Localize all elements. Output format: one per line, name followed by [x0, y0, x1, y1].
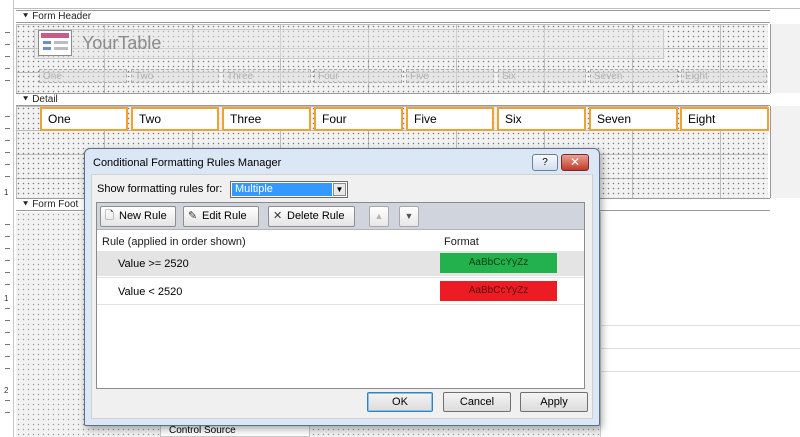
detail-field-two[interactable]: Two [131, 107, 219, 131]
form-header-label: Form Header [32, 11, 92, 22]
edit-rule-button[interactable]: ✎ Edit Rule [183, 206, 259, 227]
help-button[interactable]: ? [532, 154, 558, 171]
delete-rule-button[interactable]: ✕ Delete Rule [268, 206, 355, 227]
form-header-bar[interactable]: ⯆ Form Header [16, 10, 770, 23]
control-source-label: Control Source [169, 425, 236, 436]
header-label-six[interactable]: Six [498, 69, 586, 83]
form-title[interactable]: YourTable [82, 33, 161, 54]
format-preview: AaBbCcYyZz [440, 281, 557, 301]
header-label-three[interactable]: Three [223, 69, 311, 83]
vertical-ruler: 1 1 2 [0, 0, 14, 437]
close-button[interactable]: ✕ [561, 154, 589, 171]
detail-bar[interactable]: ⯆ Detail [16, 93, 770, 106]
ruler-number: 1 [4, 188, 9, 197]
show-rules-dropdown[interactable]: Multiple ▼ [230, 181, 348, 198]
detail-field-five[interactable]: Five [406, 107, 494, 131]
detail-field-three[interactable]: Three [222, 107, 311, 131]
chevron-down-icon[interactable]: ▼ [333, 183, 346, 196]
form-footer-label: Form Foot [32, 199, 79, 210]
delete-rule-icon: ✕ [273, 210, 283, 222]
divider [600, 348, 800, 349]
rule-column-header: Rule (applied in order shown) [102, 236, 246, 248]
row-divider [97, 277, 584, 278]
new-rule-button[interactable]: 🗋 New Rule [100, 206, 176, 227]
arrow-up-icon: ▲ [374, 211, 384, 221]
format-column-header: Format [444, 236, 479, 248]
form-table-icon [38, 30, 72, 56]
rule-condition: Value >= 2520 [118, 258, 189, 270]
ruler-number: 2 [4, 386, 9, 395]
form-header-margin [770, 24, 800, 93]
apply-button[interactable]: Apply [520, 392, 588, 412]
collapse-arrow-icon: ⯆ [22, 94, 30, 104]
detail-field-one[interactable]: One [40, 107, 128, 131]
rule-condition: Value < 2520 [118, 286, 183, 298]
detail-field-six[interactable]: Six [497, 107, 586, 131]
show-rules-value: Multiple [232, 183, 332, 196]
new-rule-label: New Rule [119, 210, 167, 222]
edit-rule-icon: ✎ [188, 210, 198, 222]
cancel-button[interactable]: Cancel [443, 392, 511, 412]
move-up-button[interactable]: ▲ [369, 206, 389, 227]
horizontal-ruler [14, 0, 800, 9]
collapse-arrow-icon: ⯆ [22, 11, 30, 21]
edit-rule-label: Edit Rule [202, 210, 247, 222]
ruler-number: 1 [4, 294, 9, 303]
new-rule-icon: 🗋 [105, 210, 114, 222]
detail-field-four[interactable]: Four [314, 107, 403, 131]
header-label-five[interactable]: Five [406, 69, 494, 83]
delete-rule-label: Delete Rule [287, 210, 345, 222]
collapse-arrow-icon: ⯆ [22, 199, 30, 209]
move-down-button[interactable]: ▼ [399, 206, 419, 227]
header-label-eight[interactable]: Eight [681, 69, 767, 83]
header-label-two[interactable]: Two [131, 69, 219, 83]
arrow-down-icon: ▼ [404, 211, 414, 221]
format-preview: AaBbCcYyZz [440, 253, 557, 273]
show-rules-label: Show formatting rules for: [97, 183, 223, 195]
detail-field-seven[interactable]: Seven [589, 107, 678, 131]
dialog-title: Conditional Formatting Rules Manager [93, 157, 282, 169]
row-divider [97, 304, 584, 305]
detail-label: Detail [32, 94, 58, 105]
header-label-one[interactable]: One [39, 69, 127, 83]
detail-margin [770, 106, 800, 198]
header-label-four[interactable]: Four [314, 69, 402, 83]
header-label-seven[interactable]: Seven [590, 69, 678, 83]
divider [600, 325, 800, 326]
divider [600, 371, 800, 372]
ok-button[interactable]: OK [367, 392, 433, 412]
detail-field-eight[interactable]: Eight [680, 107, 769, 131]
